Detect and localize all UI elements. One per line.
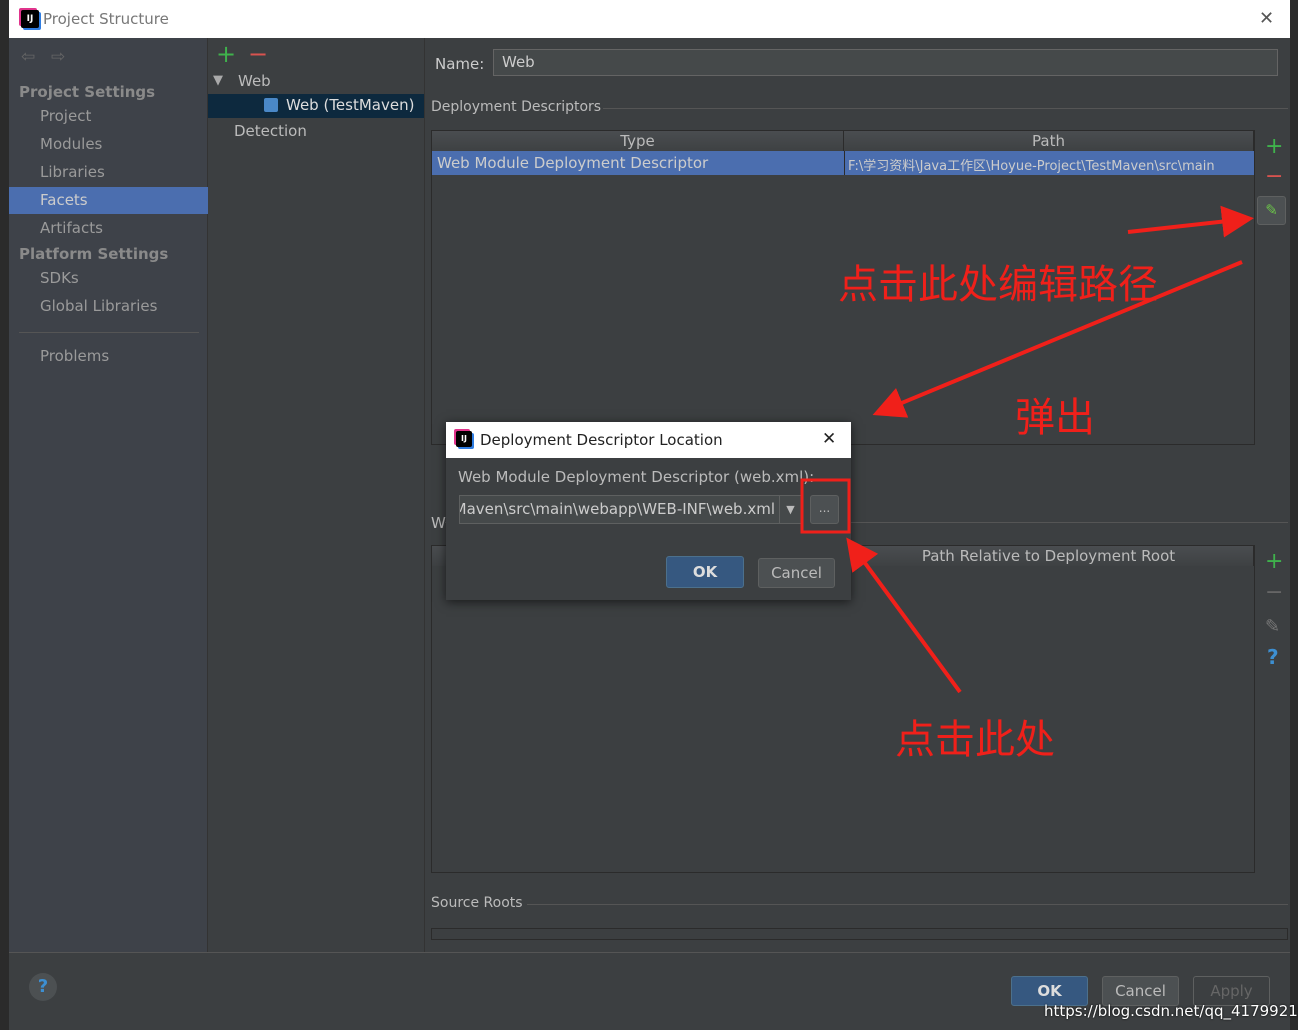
annotation-popup-hint: 弹出 [1015,395,1095,441]
watermark: https://blog.csdn.net/qq_41799219 [1044,1002,1298,1020]
annotation-arrow [846,537,962,694]
annotation-overlay [800,205,1254,694]
annotation-arrow [1127,205,1254,238]
annotation-edit-hint: 点击此处编辑路径 [838,262,1158,308]
annotation-click-hint: 点击此处 [895,717,1055,763]
highlight-box [800,478,851,534]
